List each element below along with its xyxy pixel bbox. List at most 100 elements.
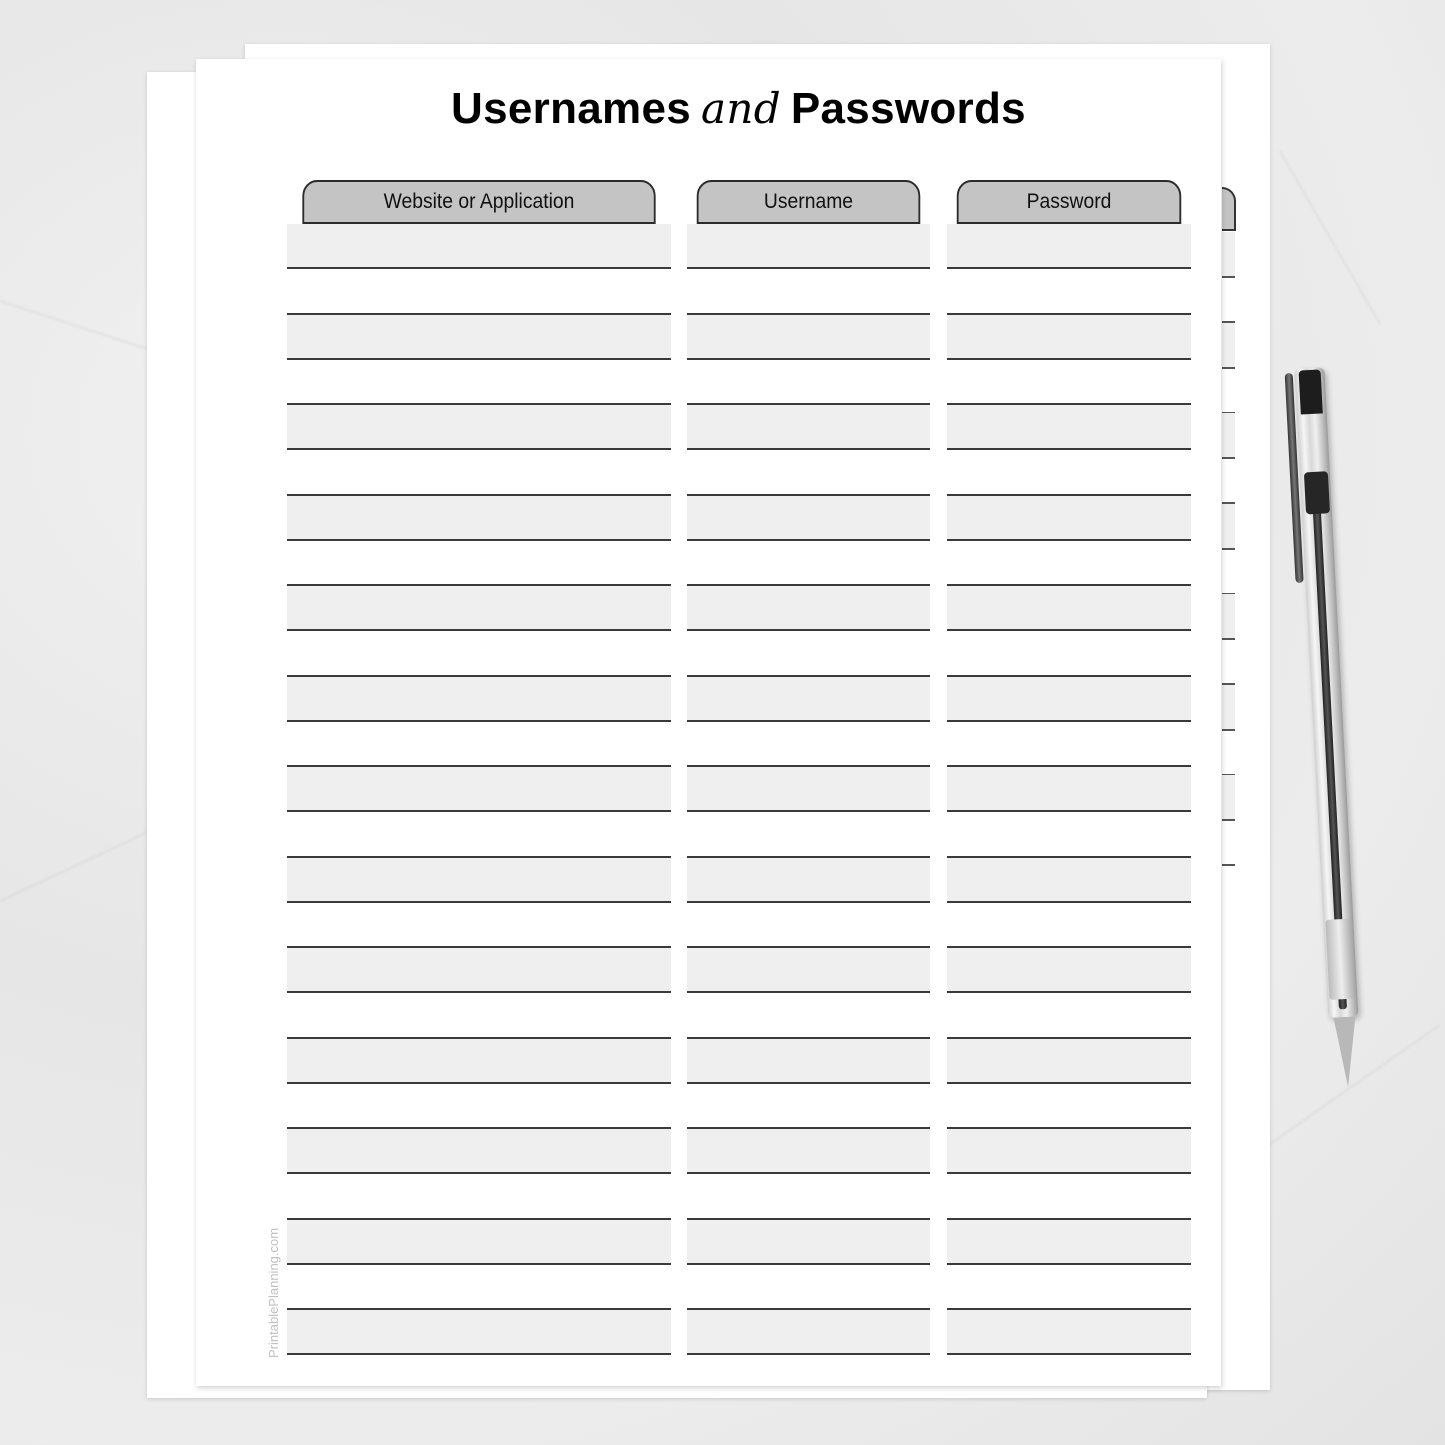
entry-row (947, 948, 1191, 994)
column-header-label: Password (1026, 190, 1112, 213)
entry-row (947, 405, 1191, 451)
entry-row (687, 495, 930, 541)
entry-row (287, 540, 671, 586)
entry-row (287, 902, 671, 948)
column-header-label: Username (763, 190, 854, 213)
pen-grip (1325, 918, 1356, 1000)
entry-row (287, 405, 671, 451)
entry-row (287, 1310, 671, 1356)
entry-row (687, 1219, 930, 1265)
column-header-username: Username (696, 180, 921, 224)
entry-row (687, 224, 930, 270)
entry-row (947, 1310, 1191, 1356)
entry-row (947, 1219, 1191, 1265)
entry-row (687, 812, 930, 858)
entry-row (947, 1129, 1191, 1175)
entry-row (287, 1219, 671, 1265)
entry-row (687, 631, 930, 677)
entry-row (687, 993, 930, 1039)
back-sheet-rule (1222, 864, 1235, 867)
column-header-website: Website or Application (302, 180, 656, 224)
entry-row (287, 812, 671, 858)
rows-password (947, 224, 1191, 1356)
entry-row (687, 1264, 930, 1310)
entry-row (947, 631, 1191, 677)
entry-row (947, 314, 1191, 360)
entry-row (687, 721, 930, 767)
entry-row (287, 1264, 671, 1310)
entry-row (287, 721, 671, 767)
entry-row (287, 314, 671, 360)
back-sheet-rule (1222, 547, 1235, 550)
entry-row (947, 721, 1191, 767)
back-sheet-rule (1222, 638, 1235, 640)
title-part-passwords: Passwords (790, 84, 1026, 133)
entry-row (687, 857, 930, 903)
back-sheet-rule (1222, 366, 1235, 369)
entry-row (947, 857, 1191, 903)
entry-row (947, 1174, 1191, 1220)
entry-row (947, 359, 1191, 405)
entry-row (947, 495, 1191, 541)
back-sheet-rule (1222, 728, 1235, 731)
entry-row (687, 767, 930, 813)
entry-row (947, 224, 1191, 270)
entry-row (947, 1038, 1191, 1084)
title-connector: and (701, 84, 781, 133)
entry-row (687, 902, 930, 948)
entry-row (687, 1129, 930, 1175)
back-sheet-row (1222, 232, 1235, 276)
page-title: Usernames and Passwords (196, 84, 1281, 134)
back-sheet-row (1222, 322, 1235, 367)
entry-row (687, 540, 930, 586)
entry-row (287, 224, 671, 270)
column-header-label: Website or Application (383, 190, 575, 213)
entry-row (287, 676, 671, 722)
entry-row (287, 495, 671, 541)
column-password: Password (947, 180, 1191, 1356)
entry-row (947, 1083, 1191, 1129)
back-sheet-header-tab (1222, 187, 1236, 231)
back-sheet-row (1222, 684, 1235, 729)
marble-vein (1279, 150, 1381, 325)
entry-row (287, 857, 671, 903)
entry-row (947, 767, 1191, 813)
entry-row (687, 1083, 930, 1129)
entry-row (687, 1174, 930, 1220)
entry-row (287, 948, 671, 994)
entry-row (687, 948, 930, 994)
entry-row (687, 1310, 930, 1356)
entry-row (687, 359, 930, 405)
rows-website (287, 224, 671, 1356)
entry-row (287, 359, 671, 405)
entry-row (287, 450, 671, 496)
back-sheet-row (1222, 413, 1235, 457)
watermark: PrintablePlanning.com (266, 1227, 281, 1358)
entry-row (947, 902, 1191, 948)
column-website: Website or Application (287, 180, 671, 1356)
entry-row (947, 1264, 1191, 1310)
entry-row (287, 1174, 671, 1220)
back-sheet-rule (1222, 819, 1235, 821)
pen-cap (1298, 369, 1323, 415)
entry-row (687, 405, 930, 451)
title-part-usernames: Usernames (451, 84, 691, 133)
entry-row (687, 676, 930, 722)
pen-band (1303, 471, 1331, 515)
entry-row (687, 1038, 930, 1084)
entry-row (947, 450, 1191, 496)
rows-username (687, 224, 930, 1356)
entry-row (287, 1083, 671, 1129)
column-header-password: Password (956, 180, 1182, 224)
pen (1284, 359, 1368, 1095)
entry-row (947, 586, 1191, 632)
entry-row (947, 540, 1191, 586)
back-sheet-rule (1222, 457, 1235, 459)
pen-tip (1333, 1016, 1360, 1088)
back-sheet-rule (1222, 276, 1235, 278)
back-sheet-row (1222, 594, 1235, 638)
entry-row (947, 269, 1191, 315)
entry-row (287, 631, 671, 677)
entry-row (287, 993, 671, 1039)
entry-row (287, 1038, 671, 1084)
